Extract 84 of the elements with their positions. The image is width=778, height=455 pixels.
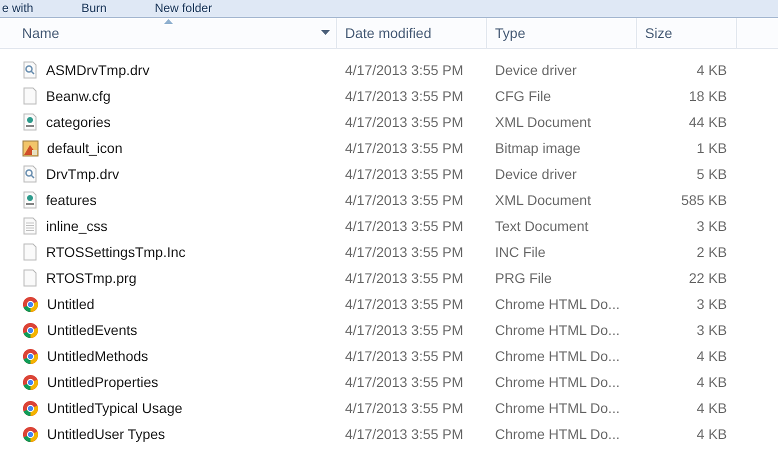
file-name[interactable]: categories xyxy=(46,114,111,130)
type-cell-text: Chrome HTML Do... xyxy=(494,374,621,390)
size-cell-text: 4 KB xyxy=(696,426,728,442)
date-cell-text: 4/17/2013 3:55 PM xyxy=(344,426,464,442)
column-header[interactable]: Name xyxy=(0,18,337,48)
file-name[interactable]: RTOSTmp.prg xyxy=(46,270,137,286)
size-cell-text: 44 KB xyxy=(688,114,728,130)
size-cell-text: 4 KB xyxy=(696,62,728,78)
type-cell-text: Chrome HTML Do... xyxy=(494,322,621,338)
xml-file-icon xyxy=(22,113,38,131)
file-name[interactable]: RTOSSettingsTmp.Inc xyxy=(46,244,186,260)
toolbar-button[interactable]: Burn xyxy=(81,1,107,16)
file-name[interactable]: default_icon xyxy=(47,140,123,156)
size-cell-text: 22 KB xyxy=(688,270,728,286)
type-cell-text: Chrome HTML Do... xyxy=(494,296,621,312)
size-cell-text: 3 KB xyxy=(696,322,728,338)
sort-arrow-icon xyxy=(164,19,173,24)
date-cell-text: 4/17/2013 3:55 PM xyxy=(344,140,464,156)
type-cell-text: INC File xyxy=(494,244,547,260)
toolbar-button[interactable]: New folder xyxy=(154,1,212,16)
type-cell-text: Bitmap image xyxy=(494,140,582,156)
file-name[interactable]: Untitled xyxy=(47,296,94,312)
date-cell-text: 4/17/2013 3:55 PM xyxy=(344,88,464,104)
blank-file-icon xyxy=(22,243,38,261)
type-cell-text: PRG File xyxy=(494,270,553,286)
browser-icon xyxy=(22,348,39,364)
size-cell-text: 18 KB xyxy=(688,88,728,104)
column-header[interactable]: Size xyxy=(637,18,737,48)
date-cell-text: 4/17/2013 3:55 PM xyxy=(344,218,464,234)
driver-file-icon xyxy=(22,165,38,183)
driver-file-icon xyxy=(22,61,38,79)
image-file-icon xyxy=(22,140,39,156)
type-cell-text: Device driver xyxy=(494,166,578,182)
size-cell-text: 3 KB xyxy=(696,296,728,312)
blank-file-icon xyxy=(22,87,38,105)
file-name[interactable]: UntitledEvents xyxy=(47,322,138,338)
file-name[interactable]: DrvTmp.drv xyxy=(46,166,120,182)
browser-icon xyxy=(22,322,39,338)
file-name[interactable]: UntitledTypical Usage xyxy=(47,400,182,416)
file-name[interactable]: UntitledUser Types xyxy=(47,426,166,442)
file-name[interactable]: inline_css xyxy=(46,218,108,234)
date-cell-text: 4/17/2013 3:55 PM xyxy=(344,296,464,312)
type-cell-text: Chrome HTML Do... xyxy=(494,348,621,364)
date-cell-text: 4/17/2013 3:55 PM xyxy=(344,62,464,78)
text-file-icon xyxy=(22,217,38,235)
size-cell-text: 2 KB xyxy=(696,244,728,260)
file-name[interactable]: features xyxy=(46,192,97,208)
type-cell-text: CFG File xyxy=(494,88,552,104)
column-header[interactable]: Date modified xyxy=(337,18,487,48)
date-cell-text: 4/17/2013 3:55 PM xyxy=(344,400,464,416)
type-cell-text: Device driver xyxy=(494,62,578,78)
size-cell-text: 4 KB xyxy=(696,374,728,390)
date-cell-text: 4/17/2013 3:55 PM xyxy=(344,270,464,286)
file-name[interactable]: UntitledProperties xyxy=(47,374,158,390)
dropdown-caret-icon[interactable] xyxy=(321,30,330,35)
size-cell-text: 4 KB xyxy=(696,348,728,364)
type-cell-text: Text Document xyxy=(494,218,590,234)
date-cell-text: 4/17/2013 3:55 PM xyxy=(344,348,464,364)
type-cell-text: XML Document xyxy=(494,114,592,130)
browser-icon xyxy=(22,374,39,390)
browser-icon xyxy=(22,296,39,312)
type-cell-text: Chrome HTML Do... xyxy=(494,400,621,416)
size-cell-text: 1 KB xyxy=(696,140,728,156)
file-name[interactable]: Beanw.cfg xyxy=(46,88,111,104)
date-cell-text: 4/17/2013 3:55 PM xyxy=(344,192,464,208)
date-cell-text: 4/17/2013 3:55 PM xyxy=(344,114,464,130)
xml-file-icon xyxy=(22,191,38,209)
date-cell-text: 4/17/2013 3:55 PM xyxy=(344,374,464,390)
file-name[interactable]: ASMDrvTmp.drv xyxy=(46,62,150,78)
type-cell-text: Chrome HTML Do... xyxy=(494,426,621,442)
browser-icon xyxy=(22,400,39,416)
file-name[interactable]: UntitledMethods xyxy=(47,348,148,364)
date-cell-text: 4/17/2013 3:55 PM xyxy=(344,322,464,338)
date-cell-text: 4/17/2013 3:55 PM xyxy=(344,244,464,260)
browser-icon xyxy=(22,426,39,442)
size-cell-text: 4 KB xyxy=(696,400,728,416)
type-cell-text: XML Document xyxy=(494,192,592,208)
date-cell-text: 4/17/2013 3:55 PM xyxy=(344,166,464,182)
size-cell-text: 5 KB xyxy=(696,166,728,182)
toolbar-button[interactable]: e with xyxy=(2,1,34,16)
column-header[interactable]: Type xyxy=(487,18,637,48)
size-cell-text: 585 KB xyxy=(680,192,728,208)
size-cell-text: 3 KB xyxy=(696,218,728,234)
blank-file-icon xyxy=(22,269,38,287)
